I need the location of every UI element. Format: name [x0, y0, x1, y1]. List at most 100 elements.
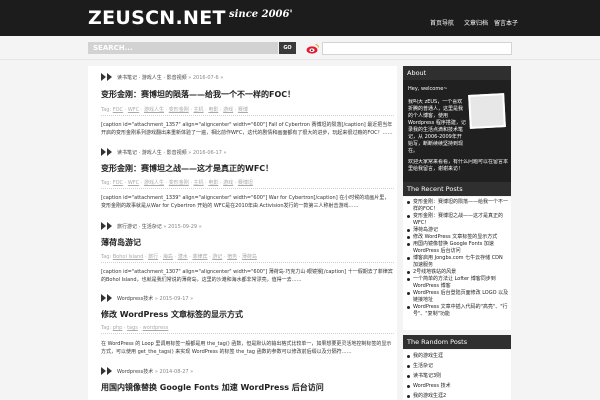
post-date: » 2014-08-27 »	[154, 369, 194, 375]
nav-item-archive[interactable]: 文章归档	[464, 18, 488, 27]
recent-post-link[interactable]: 变形金刚：赛博坦的陨落——给我一个不一样的FOC！	[403, 199, 511, 213]
site-logo[interactable]: ZEUSCN.NET	[88, 7, 226, 29]
nav-item-home[interactable]: 首页导航	[430, 18, 454, 27]
tags-label: Tag:	[101, 325, 112, 331]
random-post-link[interactable]: 生活杂记	[403, 363, 511, 370]
post-category[interactable]: 旅行游记	[117, 224, 137, 230]
recent-post-link[interactable]: 用国内镜像替换 Google Fonts 加速 WordPress 后台访问	[403, 241, 511, 255]
random-post-link[interactable]: 读书笔记3则	[403, 373, 511, 380]
tag-link[interactable]: WFC	[128, 107, 139, 113]
post-category[interactable]: 生活杂记	[142, 224, 162, 230]
double-arrow-icon	[101, 294, 112, 302]
double-arrow-icon	[101, 148, 112, 156]
tag-link[interactable]: 潜水	[178, 254, 188, 260]
random-posts-heading: The Random Posts	[403, 335, 511, 349]
tag-link[interactable]: Bohol Island	[113, 254, 144, 260]
post-date: » 2015-09-29 »	[163, 224, 202, 230]
tag-link[interactable]: FOC	[113, 107, 123, 113]
tag-link[interactable]: 主机	[194, 107, 204, 113]
recent-post-link[interactable]: 薄荷岛游记	[403, 227, 511, 234]
tag-link[interactable]: 海岛	[163, 254, 173, 260]
random-post-link[interactable]: 我的游戏生涯	[403, 353, 511, 360]
weibo-share-input[interactable]	[322, 42, 512, 55]
post-category[interactable]: 影音视频	[167, 150, 187, 156]
tag-link[interactable]: 游记	[212, 254, 222, 260]
tag-link[interactable]: 赛博	[238, 107, 248, 113]
tag-link[interactable]: 主机	[194, 180, 204, 186]
post-title[interactable]: 薄荷岛游记	[101, 237, 141, 248]
post-tags: Tag: FOC · WFC · 游戏人生 · 变形金刚 · 主机 · 电影 ·…	[101, 106, 394, 116]
tag-link[interactable]: 变形金刚	[169, 180, 189, 186]
post-title[interactable]: 修改 WordPress 文章标签的显示方式	[101, 309, 243, 320]
random-post-link[interactable]: WordPress 技术	[403, 383, 511, 390]
tag-link[interactable]: wordpress	[143, 325, 169, 331]
random-post-link[interactable]: 我的游戏生涯2	[403, 393, 511, 400]
sidebar: About Hey, welcome~ 我叫大 zEUS，一个喜欢折腾的普通人，…	[403, 66, 511, 400]
tag-link[interactable]: WFC	[128, 180, 139, 186]
post-category[interactable]: 读书笔记	[117, 150, 137, 156]
tag-link[interactable]: tags	[127, 325, 138, 331]
post-tags: Tag: Bohol Island · 旅行 · 海岛 · 潜水 · 菲律宾 ·…	[101, 253, 394, 263]
recent-post-link[interactable]: 博客启用 Jongbs.com 七牛云存储 CDN 加速服务	[403, 255, 511, 269]
search-bar: SEARCH... GO	[0, 36, 600, 60]
post-meta: Wordpress技术 » 2014-08-27 »	[101, 367, 194, 375]
recent-post-link[interactable]: WordPress 文章中插入代码的"高亮"、"行号"、"复制"功能	[403, 304, 511, 318]
recent-posts-list: 变形金刚：赛博坦的陨落——给我一个不一样的FOC！ 变形金刚：赛博坦之战——这才…	[403, 197, 511, 330]
post-meta: 读书笔记 · 游戏人生 · 影音视频 » 2016-06-17 »	[101, 148, 227, 156]
recent-post-link[interactable]: 变形金刚：赛博坦之战——这才是真正的WFC！	[403, 213, 511, 227]
tag-link[interactable]: 游戏人生	[144, 107, 164, 113]
tag-link[interactable]: 变形金刚	[169, 107, 189, 113]
about-panel: Hey, welcome~ 我叫大 zEUS，一个喜欢折腾的普通人，这里是我的个…	[403, 80, 511, 184]
recent-posts-heading: The Recent Posts	[403, 182, 511, 196]
about-greeting: Hey, welcome~	[408, 86, 448, 92]
tags-label: Tag:	[101, 254, 112, 260]
recent-post-link[interactable]: 修改 WordPress 文章标签的显示方式	[403, 234, 511, 241]
post-date: » 2015-09-17 »	[154, 296, 194, 302]
tag-link[interactable]: 游戏	[223, 180, 233, 186]
recent-post-link[interactable]: WordPress 后台登陆页面修改 LOGO 以及链接地址	[403, 290, 511, 304]
tag-link[interactable]: 旅行	[148, 254, 158, 260]
about-intro: 我叫大 zEUS，一个喜欢折腾的普通人，这里是我的个人博客，使用 Wordpre…	[408, 99, 466, 153]
post-title[interactable]: 变形金刚：赛博坦的陨落——给我一个不一样的FOC！	[101, 89, 295, 100]
tag-link[interactable]: 电影	[208, 107, 218, 113]
recent-post-link[interactable]: 一个简单的方法让 Lofter 博客同步到 WordPress 博客	[403, 276, 511, 290]
nav-item-guestbook[interactable]: 留言本子	[494, 18, 518, 27]
post-tags: Tag: FOC · WFC · 游戏人生 · 变形金刚 · 主机 · 电影 ·…	[101, 179, 394, 189]
recent-post-link[interactable]: 2号线地铁站的风景	[403, 269, 511, 276]
search-go-button[interactable]: GO	[279, 42, 296, 54]
post-list: 读书笔记 · 游戏人生 · 影音视频 » 2016-07-6 » 变形金刚：赛博…	[88, 66, 397, 400]
tag-link[interactable]: 赛博坦	[238, 180, 253, 186]
about-note: 欢迎大家常来看看，有什么问题可以在留言本里给我留言，谢谢来访！	[408, 159, 508, 172]
post-title[interactable]: 变形金刚：赛博坦之战——这才是真正的WFC！	[101, 163, 273, 174]
tags-label: Tag:	[101, 180, 112, 186]
post-meta: Wordpress技术 » 2015-09-17 »	[101, 294, 194, 302]
tag-link[interactable]: 薄荷岛	[242, 254, 257, 260]
tag-link[interactable]: 电影	[208, 180, 218, 186]
tag-link[interactable]: 游戏人生	[144, 180, 164, 186]
site-header: ZEUSCN.NET since 2006' 首页导航 文章归档 留言本子	[0, 0, 600, 36]
tag-link[interactable]: 宿务	[227, 254, 237, 260]
post-meta: 读书笔记 · 游戏人生 · 影音视频 » 2016-07-6 »	[101, 73, 223, 81]
post-category[interactable]: 影音视频	[167, 75, 187, 81]
tag-link[interactable]: php	[113, 325, 123, 331]
post-category[interactable]: Wordpress技术	[117, 296, 153, 302]
post-category[interactable]: 游戏人生	[142, 150, 162, 156]
tag-link[interactable]: FOC	[113, 180, 123, 186]
tag-link[interactable]: 菲律宾	[193, 254, 208, 260]
search-input[interactable]: SEARCH...	[88, 42, 278, 54]
double-arrow-icon	[101, 367, 112, 375]
weibo-icon[interactable]	[306, 43, 320, 54]
post-category[interactable]: 读书笔记	[117, 75, 137, 81]
post-title[interactable]: 用国内镜像替换 Google Fonts 加速 WordPress 后台访问	[101, 382, 324, 393]
post-date: » 2016-06-17 »	[188, 150, 227, 156]
post-category[interactable]: 游戏人生	[142, 75, 162, 81]
post-tags: Tag: php · tags · wordpress	[101, 325, 394, 334]
double-arrow-icon	[101, 73, 112, 81]
random-posts-list: 我的游戏生涯 生活杂记 读书笔记3则 WordPress 技术 我的游戏生涯2	[403, 350, 511, 400]
post-category[interactable]: Wordpress技术	[117, 369, 153, 375]
post-excerpt: [caption id="attachment_1339" align="ali…	[101, 195, 390, 209]
site-tagline: since 2006'	[229, 9, 293, 20]
tags-label: Tag:	[101, 107, 112, 113]
tag-link[interactable]: 游戏	[223, 107, 233, 113]
about-heading: About	[403, 66, 511, 80]
